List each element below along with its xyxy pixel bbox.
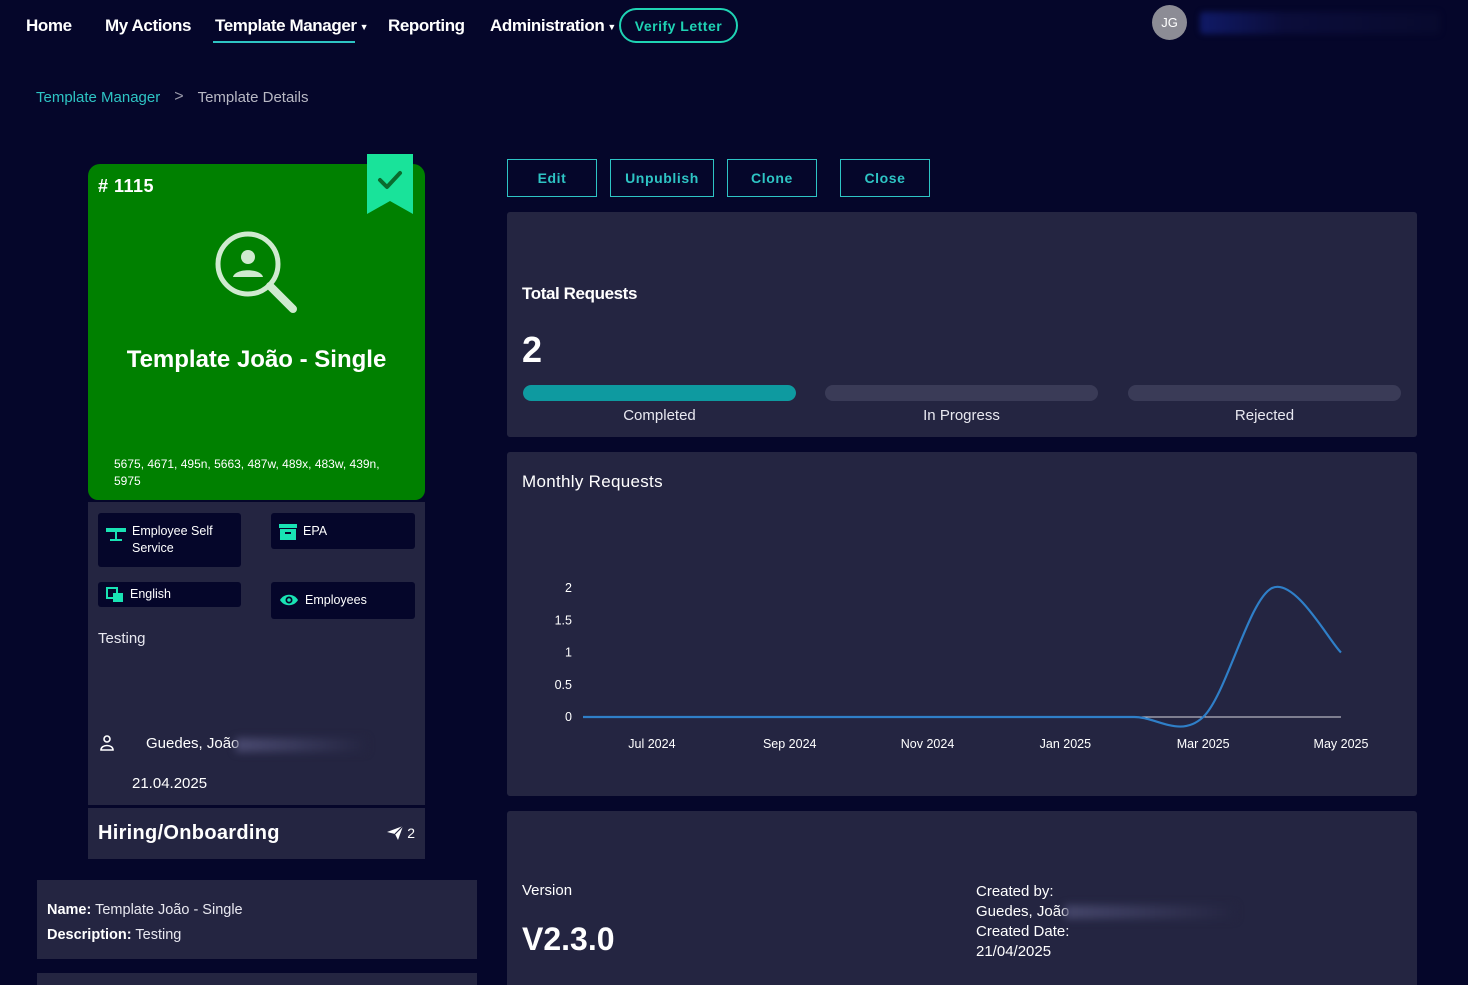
sent-count-value: 2 xyxy=(407,825,415,841)
verify-letter-button[interactable]: Verify Letter xyxy=(619,8,738,43)
redacted-creator-info xyxy=(1065,905,1235,919)
nav-template-manager-label: Template Manager xyxy=(215,16,357,35)
in-progress-label: In Progress xyxy=(923,407,1000,424)
caret-down-icon: ▼ xyxy=(359,21,369,32)
version-panel: Version V2.3.0 Created by: Guedes, João … xyxy=(507,811,1417,985)
x-tick-label: Sep 2024 xyxy=(763,737,817,751)
detail-description-label: Description: xyxy=(47,927,132,943)
chip-language-label: English xyxy=(130,587,171,601)
x-tick-label: Mar 2025 xyxy=(1177,737,1230,751)
template-category-bar: Hiring/Onboarding 2 xyxy=(88,808,425,859)
detail-name-label: Name: xyxy=(47,902,92,918)
send-icon xyxy=(387,826,404,840)
created-date-value: 21/04/2025 xyxy=(976,943,1052,960)
clone-button[interactable]: Clone xyxy=(727,159,817,197)
template-id: # 1115 xyxy=(98,176,155,196)
translate-icon xyxy=(106,587,123,602)
completed-label: Completed xyxy=(623,407,696,424)
breadcrumb-current: Template Details xyxy=(197,88,309,106)
chip-language: English xyxy=(98,582,241,607)
monthly-requests-panel: Monthly Requests 0 0.5 1 1.5 2 Jul 2024 Sep 20… xyxy=(507,452,1417,796)
nav-active-indicator xyxy=(213,41,355,43)
chevron-right-icon: > xyxy=(174,88,184,105)
x-tick-label: Nov 2024 xyxy=(901,737,955,751)
chip-system-label: Employee Self Service xyxy=(132,524,213,555)
nav-administration-label: Administration xyxy=(490,16,605,35)
person-icon xyxy=(100,735,114,751)
x-tick-label: Jul 2024 xyxy=(628,737,675,751)
breadcrumb: Template Manager > Template Details xyxy=(36,88,308,106)
avatar-initials: JG xyxy=(1161,15,1178,30)
detail-description-row: Description: Testing xyxy=(47,923,467,948)
y-tick-label: 2 xyxy=(565,581,572,595)
y-tick-label: 0 xyxy=(565,710,572,724)
unpublish-button[interactable]: Unpublish xyxy=(610,159,714,197)
created-info: Created by: Guedes, João Created Date: 2… xyxy=(976,882,1069,962)
published-bookmark-icon xyxy=(367,154,413,214)
series-line xyxy=(582,585,1342,728)
created-by-label: Created by: xyxy=(976,883,1054,900)
x-tick-label: May 2025 xyxy=(1314,737,1369,751)
desk-icon xyxy=(106,528,126,541)
nav-template-manager[interactable]: Template Manager ▼ xyxy=(215,16,369,36)
completed-progress-fill xyxy=(523,385,796,401)
nav-my-actions-label: My Actions xyxy=(105,16,192,35)
edit-button[interactable]: Edit xyxy=(507,159,597,197)
created-by-value: Guedes, João xyxy=(976,903,1070,920)
chip-audience: Employees xyxy=(271,582,415,619)
archive-box-icon xyxy=(279,524,297,540)
nav-home[interactable]: Home xyxy=(26,16,72,36)
user-avatar[interactable]: JG xyxy=(1152,5,1187,40)
template-card: # 1115 Template João - Single 5675, 4671… xyxy=(88,154,425,500)
template-title: Template João - Single xyxy=(126,346,387,373)
close-button[interactable]: Close xyxy=(840,159,930,197)
redacted-user-info xyxy=(1200,12,1440,34)
template-description: Testing xyxy=(98,630,146,647)
total-requests-value: 2 xyxy=(522,329,543,370)
created-date-label: Created Date: xyxy=(976,923,1070,940)
nav-administration[interactable]: Administration ▼ xyxy=(490,16,616,36)
breadcrumb-template-manager[interactable]: Template Manager xyxy=(36,89,160,106)
user-search-icon xyxy=(215,231,297,313)
completed-progress-bar xyxy=(523,385,796,401)
sent-count: 2 xyxy=(387,825,415,841)
total-requests-title: Total Requests xyxy=(522,284,637,303)
monthly-requests-chart: 0 0.5 1 1.5 2 Jul 2024 Sep 2024 Nov 2024 Jan 202… xyxy=(555,581,1369,751)
nav-reporting[interactable]: Reporting xyxy=(388,16,465,36)
version-label: Version xyxy=(522,882,573,899)
redacted-owner-info xyxy=(236,738,366,752)
next-section-box xyxy=(37,973,477,985)
nav-my-actions[interactable]: My Actions xyxy=(105,16,191,36)
detail-name-row: Name: Template João - Single xyxy=(47,898,467,923)
y-tick-label: 1 xyxy=(565,646,572,660)
detail-description-value: Testing xyxy=(135,927,182,943)
template-owner: Guedes, João xyxy=(146,735,240,752)
y-tick-label: 0.5 xyxy=(555,678,572,692)
nav-home-label: Home xyxy=(26,16,72,35)
chip-audience-label: Employees xyxy=(305,593,367,607)
version-value: V2.3.0 xyxy=(522,921,615,957)
template-details-box: Name: Template João - Single Description… xyxy=(37,880,477,959)
template-date: 21.04.2025 xyxy=(132,775,208,792)
detail-name-value: Template João - Single xyxy=(95,902,243,918)
verify-letter-label: Verify Letter xyxy=(634,17,723,34)
x-tick-label: Jan 2025 xyxy=(1040,737,1091,751)
top-navigation: Home My Actions Template Manager ▼ Report… xyxy=(0,0,1468,54)
total-requests-panel: Total Requests 2 Completed In Progress R… xyxy=(507,212,1417,437)
rejected-progress-bar xyxy=(1128,385,1401,401)
caret-down-icon: ▼ xyxy=(607,21,616,32)
nav-reporting-label: Reporting xyxy=(388,16,465,35)
template-codes: 5675, 4671, 495n, 5663, 487w, 489x, 483w… xyxy=(114,457,380,488)
template-category: Hiring/Onboarding xyxy=(98,822,280,844)
chip-company-label: EPA xyxy=(303,524,328,538)
y-tick-label: 1.5 xyxy=(555,613,572,627)
template-info-panel: Employee Self Service EPA English Employ… xyxy=(88,502,425,805)
in-progress-bar xyxy=(825,385,1098,401)
chip-system: Employee Self Service xyxy=(98,513,241,567)
rejected-label: Rejected xyxy=(1234,407,1295,424)
chip-company: EPA xyxy=(271,513,415,549)
eye-icon xyxy=(280,594,298,606)
